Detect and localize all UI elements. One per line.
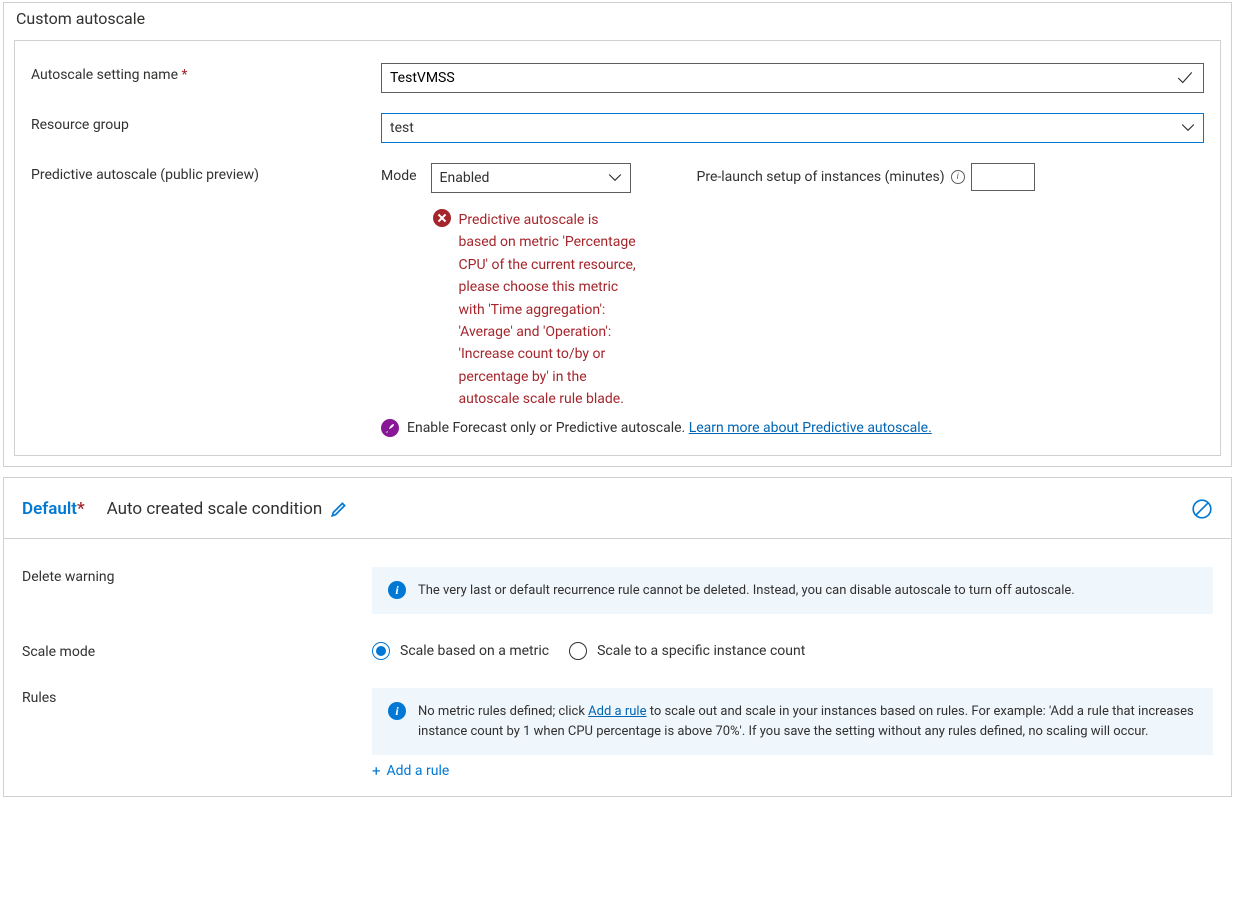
predictive-autoscale-row: Predictive autoscale (public preview) Mo…	[31, 163, 1204, 437]
scale-mode-row: Scale mode Scale based on a metric Scale…	[22, 642, 1213, 660]
learn-more-link[interactable]: Learn more about Predictive autoscale.	[689, 420, 932, 436]
delete-warning-info: i The very last or default recurrence ru…	[372, 567, 1213, 615]
add-rule-button[interactable]: + Add a rule	[372, 763, 449, 779]
prelaunch-label: Pre-launch setup of instances (minutes)	[697, 169, 945, 185]
predictive-error: Predictive autoscale is based on metric …	[433, 209, 639, 411]
resource-group-dropdown[interactable]: test	[381, 113, 1204, 143]
rules-info-text: No metric rules defined; click Add a rul…	[418, 702, 1197, 741]
predictive-helper: Enable Forecast only or Predictive autos…	[381, 419, 1204, 437]
resource-group-value: test	[390, 120, 414, 136]
mode-label: Mode	[381, 163, 423, 184]
prelaunch-group: Pre-launch setup of instances (minutes) …	[697, 163, 1035, 191]
scale-mode-count-label: Scale to a specific instance count	[597, 643, 805, 659]
predictive-error-text: Predictive autoscale is based on metric …	[459, 209, 639, 411]
scale-mode-label: Scale mode	[22, 642, 372, 660]
add-rule-inline-link[interactable]: Add a rule	[588, 704, 646, 719]
add-rule-label: Add a rule	[387, 763, 450, 779]
scale-mode-count-radio[interactable]: Scale to a specific instance count	[569, 642, 805, 660]
rocket-icon	[381, 419, 399, 437]
disable-icon[interactable]	[1191, 498, 1213, 520]
autoscale-settings-box: Autoscale setting name * Resource group …	[14, 40, 1221, 456]
scale-mode-metric-radio[interactable]: Scale based on a metric	[372, 642, 549, 660]
scale-condition-title: Auto created scale condition	[107, 499, 323, 519]
info-icon: i	[388, 702, 406, 720]
delete-warning-label: Delete warning	[22, 567, 372, 585]
setting-name-input[interactable]	[381, 63, 1204, 93]
info-icon[interactable]: i	[951, 170, 965, 184]
scale-condition-panel: Default* Auto created scale condition De…	[3, 477, 1232, 797]
prelaunch-input[interactable]	[971, 163, 1035, 191]
setting-name-row: Autoscale setting name *	[31, 63, 1204, 93]
chevron-down-icon	[1181, 121, 1195, 135]
delete-warning-row: Delete warning i The very last or defaul…	[22, 567, 1213, 615]
error-icon	[433, 209, 451, 227]
resource-group-row: Resource group test	[31, 113, 1204, 143]
chevron-down-icon	[608, 171, 622, 185]
rules-label: Rules	[22, 688, 372, 706]
rules-row: Rules i No metric rules defined; click A…	[22, 688, 1213, 780]
setting-name-label: Autoscale setting name *	[31, 63, 381, 83]
scale-mode-metric-label: Scale based on a metric	[400, 643, 549, 659]
resource-group-label: Resource group	[31, 113, 381, 133]
mode-dropdown[interactable]: Enabled	[431, 163, 631, 193]
mode-value: Enabled	[440, 170, 490, 186]
info-icon: i	[388, 581, 406, 599]
predictive-helper-text: Enable Forecast only or Predictive autos…	[407, 420, 932, 436]
panel-title: Custom autoscale	[4, 3, 1231, 34]
plus-icon: +	[372, 764, 381, 779]
delete-warning-text: The very last or default recurrence rule…	[418, 581, 1075, 601]
custom-autoscale-panel: Custom autoscale Autoscale setting name …	[3, 2, 1232, 467]
predictive-autoscale-label: Predictive autoscale (public preview)	[31, 163, 381, 183]
edit-icon[interactable]	[330, 500, 348, 518]
default-badge: Default*	[22, 499, 85, 519]
scale-condition-body: Delete warning i The very last or defaul…	[4, 539, 1231, 796]
scale-mode-radio-group: Scale based on a metric Scale to a speci…	[372, 642, 1213, 660]
rules-info: i No metric rules defined; click Add a r…	[372, 688, 1213, 755]
scale-condition-header: Default* Auto created scale condition	[4, 478, 1231, 539]
